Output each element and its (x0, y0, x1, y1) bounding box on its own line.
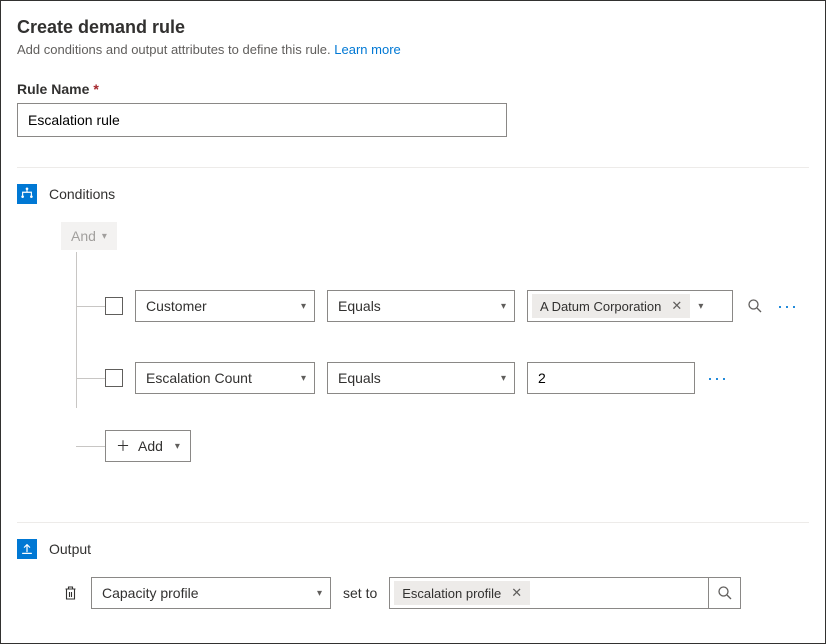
more-actions-button[interactable]: ··· (777, 296, 798, 316)
rule-name-input[interactable] (17, 103, 507, 137)
search-icon[interactable] (745, 296, 765, 316)
chevron-down-icon: ▾ (501, 301, 506, 312)
set-to-label: set to (343, 585, 377, 601)
condition-row-checkbox[interactable] (105, 297, 123, 315)
output-value-tag: Escalation profile ✕ (394, 581, 530, 605)
chevron-down-icon: ▾ (501, 373, 506, 384)
group-operator-text: And (71, 228, 96, 244)
attribute-value: Escalation Count (146, 370, 252, 386)
remove-tag-icon[interactable]: ✕ (669, 298, 684, 314)
output-attribute-dropdown[interactable]: Capacity profile ▾ (91, 577, 331, 609)
remove-tag-icon[interactable]: ✕ (509, 585, 524, 601)
learn-more-link[interactable]: Learn more (334, 42, 400, 57)
output-search-button[interactable] (709, 577, 741, 609)
value-tag: A Datum Corporation ✕ (532, 294, 690, 318)
delete-output-button[interactable] (61, 585, 79, 601)
value-lookup-field[interactable]: A Datum Corporation ✕ ▾ (527, 290, 733, 322)
chevron-down-icon: ▾ (317, 588, 322, 599)
group-operator-dropdown[interactable]: And ▾ (61, 222, 117, 250)
required-asterisk: * (93, 81, 98, 97)
page-title: Create demand rule (17, 17, 809, 38)
subtitle-text: Add conditions and output attributes to … (17, 42, 331, 57)
add-button-label: Add (138, 438, 163, 454)
condition-row-checkbox[interactable] (105, 369, 123, 387)
value-tag-text: A Datum Corporation (540, 299, 661, 314)
divider (17, 522, 809, 523)
output-value-field[interactable]: Escalation profile ✕ (389, 577, 709, 609)
operator-dropdown[interactable]: Equals ▾ (327, 290, 515, 322)
operator-dropdown[interactable]: Equals ▾ (327, 362, 515, 394)
chevron-down-icon: ▾ (102, 231, 107, 242)
plus-icon: ＋ (116, 436, 130, 456)
output-section-label: Output (49, 541, 91, 557)
conditions-section-label: Conditions (49, 186, 115, 202)
output-attribute-value: Capacity profile (102, 585, 199, 601)
chevron-down-icon: ▾ (301, 301, 306, 312)
more-actions-button[interactable]: ··· (707, 368, 728, 388)
attribute-dropdown[interactable]: Escalation Count ▾ (135, 362, 315, 394)
output-icon (17, 539, 37, 559)
operator-value: Equals (338, 298, 381, 314)
chevron-down-icon: ▾ (175, 441, 180, 452)
attribute-value: Customer (146, 298, 207, 314)
chevron-down-icon: ▾ (698, 301, 703, 312)
add-condition-button[interactable]: ＋ Add ▾ (105, 430, 191, 462)
output-value-text: Escalation profile (402, 586, 501, 601)
divider (17, 167, 809, 168)
page-subtitle: Add conditions and output attributes to … (17, 42, 809, 57)
value-input[interactable] (527, 362, 695, 394)
conditions-icon (17, 184, 37, 204)
attribute-dropdown[interactable]: Customer ▾ (135, 290, 315, 322)
operator-value: Equals (338, 370, 381, 386)
chevron-down-icon: ▾ (301, 373, 306, 384)
rule-name-label: Rule Name* (17, 81, 809, 97)
